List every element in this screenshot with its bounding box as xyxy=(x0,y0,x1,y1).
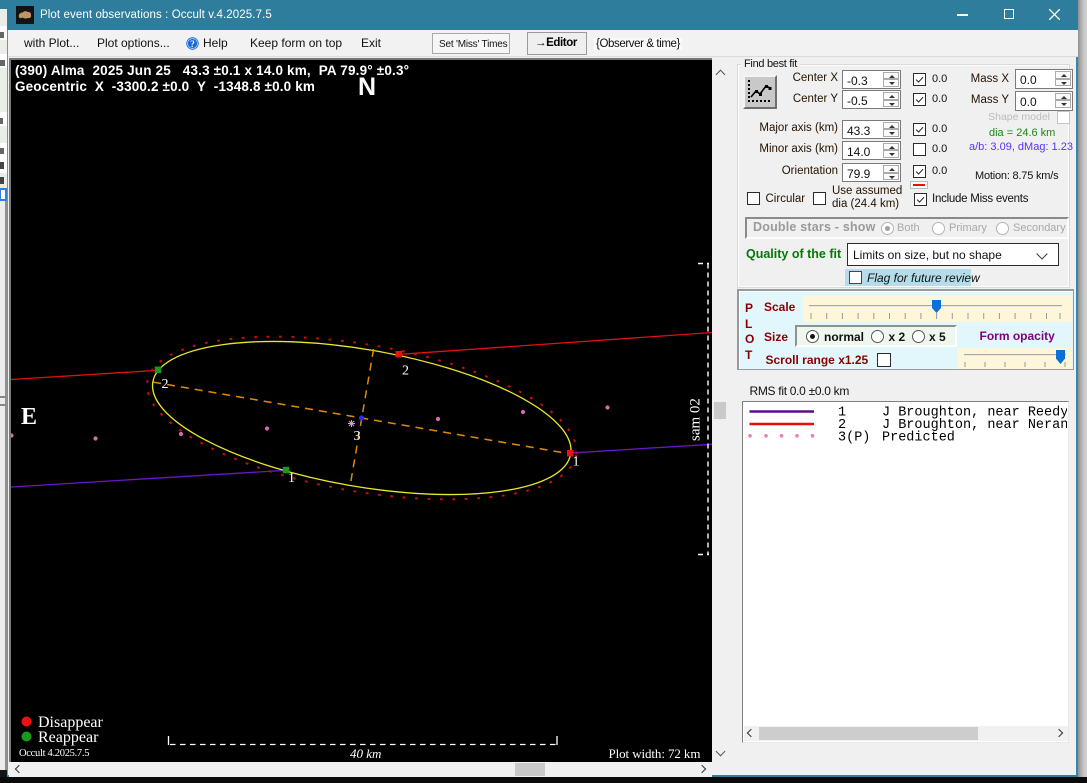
svg-text:2: 2 xyxy=(402,364,409,379)
svg-text:2: 2 xyxy=(162,377,169,392)
svg-text:3: 3 xyxy=(354,429,361,444)
svg-text:3(P): 3(P) xyxy=(838,431,870,446)
svg-text:1: 1 xyxy=(288,471,295,486)
svg-text:(390) Alma 2025 Jun 25 43.3: (390) Alma 2025 Jun 25 43.3 ±0.1 x 14.0 … xyxy=(15,63,409,78)
svg-text:E: E xyxy=(21,404,37,430)
svg-text:Reappear: Reappear xyxy=(38,729,99,746)
svg-text:N: N xyxy=(358,73,376,101)
svg-text:Predicted: Predicted xyxy=(882,431,955,446)
svg-text:1: 1 xyxy=(573,455,580,470)
svg-text:40 km: 40 km xyxy=(350,746,381,761)
svg-text:Plot width: 72 km: Plot width: 72 km xyxy=(609,746,701,761)
svg-text:Geocentric X -3300.2 ±0.0 Y: Geocentric X -3300.2 ±0.0 Y -1348.8 ±0.0… xyxy=(15,79,315,94)
svg-text:sam 02: sam 02 xyxy=(688,398,704,441)
svg-text:Occult 4.2025.7.5: Occult 4.2025.7.5 xyxy=(19,748,89,759)
svg-text:?: ? xyxy=(190,40,195,50)
